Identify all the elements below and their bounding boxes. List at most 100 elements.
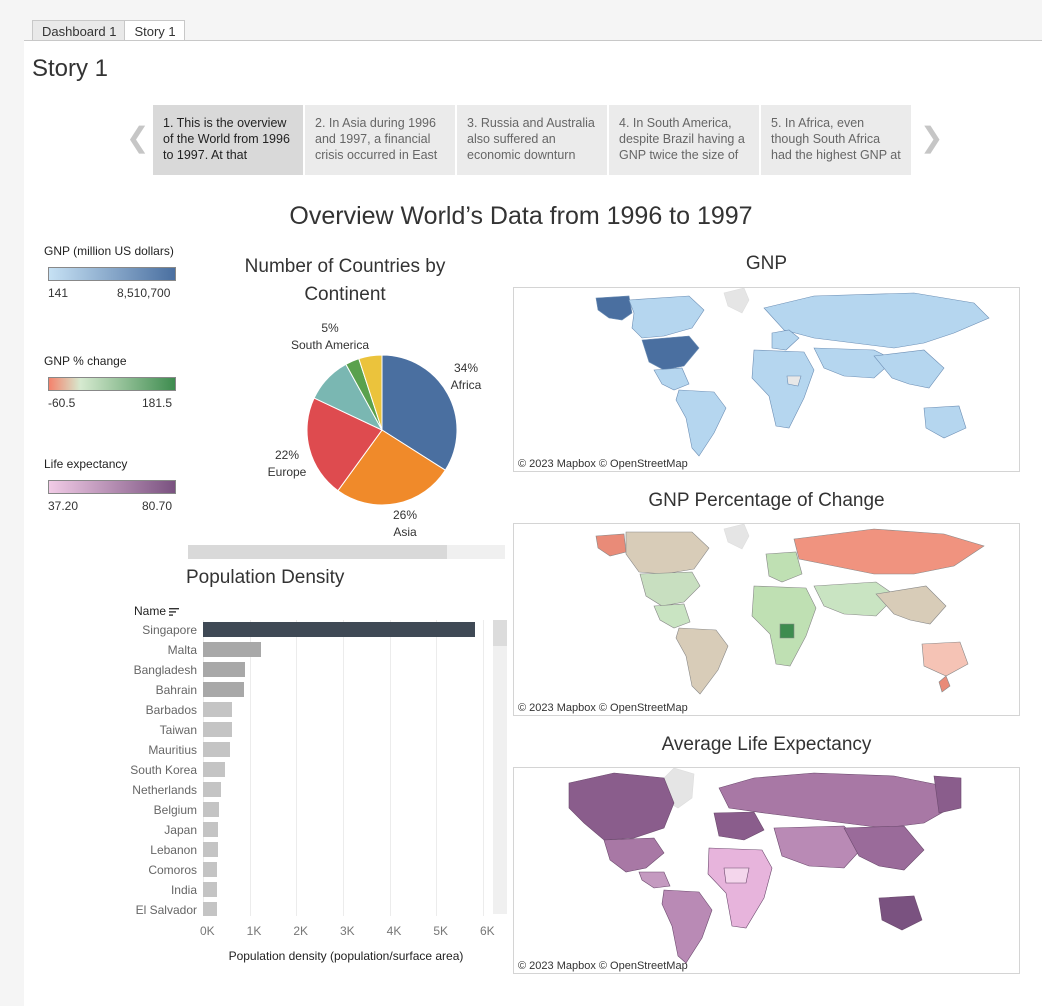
story-title: Story 1 [32,55,109,82]
density-scrollbar-track[interactable] [493,620,507,914]
density-bar[interactable] [203,862,217,877]
pie-title-line1: Number of Countries by [244,256,446,277]
density-axis-tick: 6K [480,924,495,938]
pie-chart [306,354,458,506]
pie-scrollbar-thumb[interactable] [188,545,447,559]
pie-scrollbar-track[interactable] [188,545,505,559]
legend-change-title: GNP % change [44,354,127,368]
pie-label-europe-name: Europe [267,465,307,479]
life-map-shapes [568,768,962,964]
legend-gnp-max: 8,510,700 [117,286,171,300]
gnp-map-shapes [595,288,990,457]
legend-gnp-min: 141 [48,286,69,300]
density-axis-label: Population density (population/surface a… [228,949,464,963]
pie-label-africa-pct: 34% [453,361,479,375]
change-map-title: GNP Percentage of Change [648,490,885,511]
density-bar-label: Japan [164,823,197,837]
tab-bar: Dashboard 1 Story 1 [32,20,185,42]
density-axis-tick: 2K [293,924,309,938]
pie-label-south-america: 5% South America [285,320,375,354]
density-bar-label: South Korea [130,763,197,777]
density-bar-label: Bangladesh [133,663,197,677]
density-bar[interactable] [203,902,217,917]
pie-title-line2: Continent [304,284,386,305]
density-gridline [249,620,251,916]
density-axis-tick: 5K [433,924,449,938]
life-map-credit: © 2023 Mapbox © OpenStreetMap [518,960,688,972]
legend-gnp-gradient [48,267,176,281]
pie-label-europe: 22% Europe [262,447,312,481]
density-name-header-label: Name [134,604,167,618]
density-bar[interactable] [203,882,217,897]
density-bar-label: El Salvador [135,903,197,917]
density-bar-label: Comoros [148,863,197,877]
density-gridline [343,620,344,916]
density-gridline [436,620,438,916]
pie-label-africa-name: Africa [450,378,482,392]
density-title: Population Density [186,567,345,588]
change-map[interactable]: © 2023 Mapbox © OpenStreetMap [513,523,1020,716]
pie-label-south-america-pct: 5% [321,321,339,335]
dashboard-title: Overview World’s Data from 1996 to 1997 [289,202,753,230]
pie-label-europe-pct: 22% [274,448,300,462]
density-bar[interactable] [203,802,219,817]
gnp-map-title: GNP [745,253,788,274]
density-bar-label: Mauritius [148,743,197,757]
density-scrollbar-thumb[interactable] [493,620,507,646]
density-bar-label: Lebanon [150,843,197,857]
density-bar-label: Malta [167,643,197,657]
density-bar[interactable] [203,782,221,797]
pie-label-south-america-name: South America [290,338,370,352]
legend-change-min: -60.5 [48,396,76,410]
sort-descending-icon[interactable] [169,607,180,616]
legend-gnp-title: GNP (million US dollars) [44,244,174,258]
density-bar[interactable] [203,622,475,637]
legend-change-max: 181.5 [142,396,173,410]
density-bar[interactable] [203,722,232,737]
density-bar[interactable] [203,742,231,757]
story-point-5[interactable]: 5. In Africa, even though South Africa h… [761,105,911,175]
change-map-shapes [595,524,985,695]
story-point-4[interactable]: 4. In South America, despite Brazil havi… [609,105,759,175]
density-bar-label: Bahrain [155,683,197,697]
density-bar-label: Belgium [153,803,197,817]
density-bar[interactable] [203,662,245,677]
density-bar[interactable] [203,642,261,657]
density-axis-tick: 4K [386,924,402,938]
density-name-header[interactable]: Name [134,604,180,618]
density-bar[interactable] [203,822,219,837]
pie-label-asia-name: Asia [393,525,417,539]
tab-story-1[interactable]: Story 1 [124,20,185,42]
density-bar[interactable] [203,762,225,777]
density-bar[interactable] [203,682,245,697]
density-bar-label: Singapore [142,623,197,637]
story-point-3[interactable]: 3. Russia and Australia also suffered an… [457,105,607,175]
density-axis-tick: 1K [246,924,262,938]
chevron-right-icon[interactable]: ❯ [920,123,943,153]
density-gridline [389,620,391,916]
density-bar-label: Netherlands [132,783,197,797]
tab-dashboard-1[interactable]: Dashboard 1 [32,20,126,42]
story-points: 1. This is the overview of the World fro… [153,105,913,175]
density-bar[interactable] [203,842,219,857]
legend-life-title: Life expectancy [44,457,128,471]
pie-label-asia: 26% Asia [380,507,430,541]
pie-label-africa: 34% Africa [441,360,491,394]
change-map-credit: © 2023 Mapbox © OpenStreetMap [518,702,688,714]
density-bar-label: India [170,883,197,897]
life-map[interactable]: © 2023 Mapbox © OpenStreetMap [513,767,1020,974]
pie-title: Number of Countries by Continent [200,253,490,309]
chevron-left-icon[interactable]: ❮ [126,123,149,153]
story-point-1[interactable]: 1. This is the overview of the World fro… [153,105,303,175]
life-map-title: Average Life Expectancy [661,734,872,755]
density-axis-tick: 3K [340,924,355,938]
density-axis-tick: 0K [200,924,215,938]
story-point-2[interactable]: 2. In Asia during 1996 and 1997, a finan… [305,105,455,175]
legend-life-max: 80.70 [142,499,173,513]
pie-label-asia-pct: 26% [392,508,418,522]
density-bar-label: Taiwan [159,723,197,737]
density-bar-label: Barbados [145,703,197,717]
density-bar[interactable] [203,702,233,717]
gnp-map-credit: © 2023 Mapbox © OpenStreetMap [518,458,688,470]
gnp-map[interactable]: © 2023 Mapbox © OpenStreetMap [513,287,1020,472]
